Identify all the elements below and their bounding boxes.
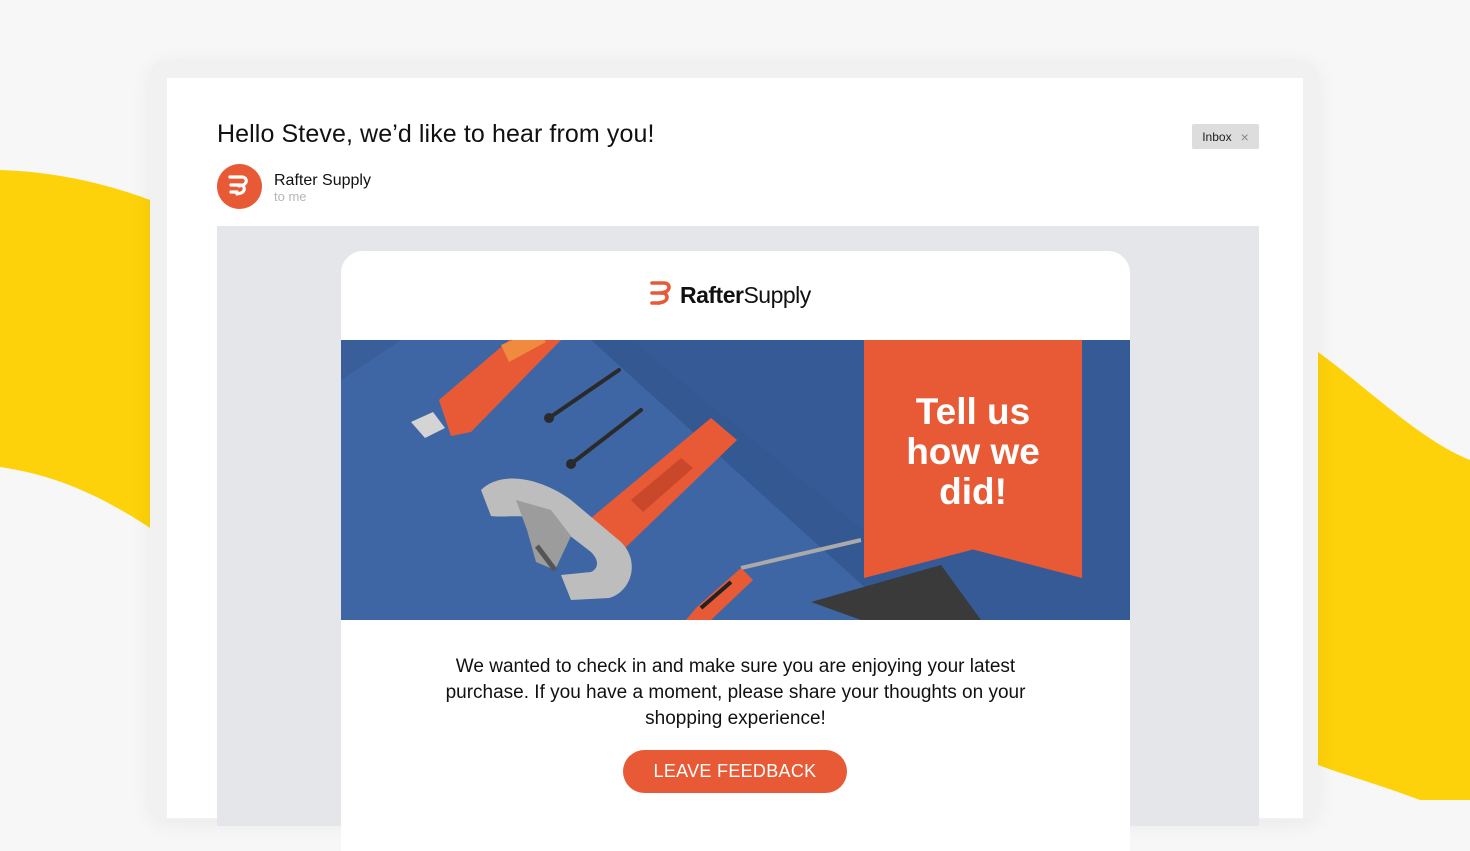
message-body: We wanted to check in and make sure you … — [445, 656, 1026, 729]
hero-image: Tell us how we did! — [341, 340, 1130, 620]
email-card: RafterSupply Tell us how we did! We want… — [341, 251, 1130, 851]
email-view: Hello Steve, we’d like to hear from you!… — [167, 78, 1303, 851]
banner-text: Tell us how we did! — [906, 391, 1040, 512]
brand-wordmark: RafterSupply — [680, 281, 811, 308]
sender-avatar[interactable] — [217, 164, 262, 209]
feedback-banner: Tell us how we did! — [864, 340, 1082, 578]
inbox-label-chip[interactable]: Inbox × — [1192, 124, 1259, 149]
inbox-label-text: Inbox — [1202, 129, 1232, 144]
sender-name[interactable]: Rafter Supply — [274, 172, 371, 190]
leave-feedback-button[interactable]: LEAVE FEEDBACK — [623, 750, 847, 793]
rafter-supply-logo-icon — [650, 281, 671, 305]
rafter-supply-logo-icon — [228, 175, 248, 196]
email-subject: Hello Steve, we’d like to hear from you! — [217, 120, 655, 148]
brand-logo: RafterSupply — [649, 279, 811, 311]
close-icon[interactable]: × — [1241, 130, 1249, 144]
recipient-line[interactable]: to me — [274, 189, 307, 204]
email-body-background: RafterSupply Tell us how we did! We want… — [217, 226, 1259, 851]
